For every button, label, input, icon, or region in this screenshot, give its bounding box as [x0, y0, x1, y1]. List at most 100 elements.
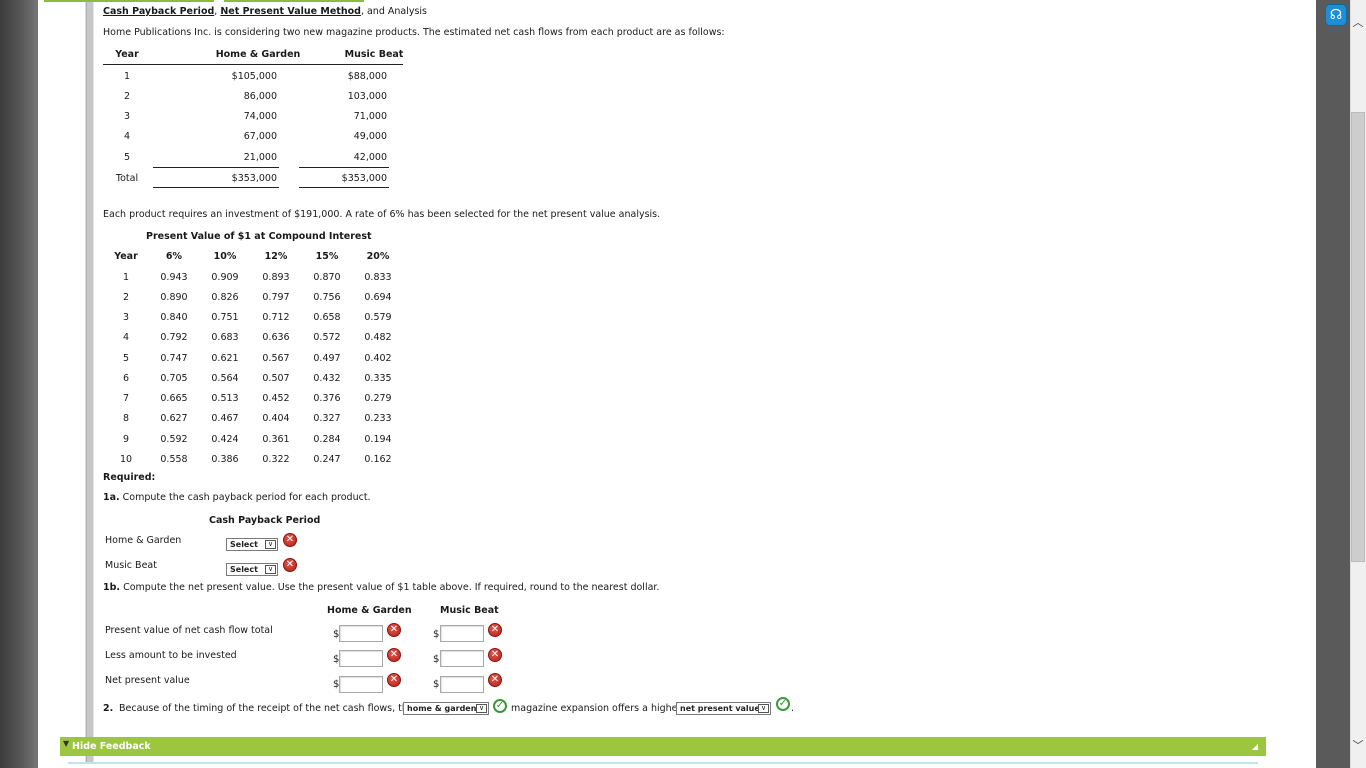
feedback-panel: [68, 762, 1258, 768]
pv-net-cash-flow-home-input[interactable]: [339, 625, 383, 642]
total-rule-home-bottom: [153, 187, 279, 188]
pv-factor-cell: 0.386: [211, 454, 239, 465]
payback-music-select-value: Select: [230, 565, 258, 574]
pv-header-rate: 10%: [213, 251, 237, 262]
pv-year-cell: 2: [122, 292, 130, 303]
window-edge-right: [1316, 0, 1350, 768]
cashflow-home: 86,000: [243, 91, 277, 102]
scrollbar-thumb[interactable]: [1351, 112, 1365, 562]
cashflow-home: 67,000: [243, 131, 277, 142]
pv-factor-cell: 0.467: [211, 413, 239, 424]
pv-header-rate: 6%: [165, 251, 183, 262]
question-2-measure-select[interactable]: net present value ∨: [676, 702, 771, 715]
pv-year-cell: 8: [122, 413, 130, 424]
pv-factor-cell: 0.247: [313, 454, 341, 465]
pv-factor-cell: 0.233: [364, 413, 392, 424]
question-2-text-before: Because of the timing of the receipt of …: [119, 703, 414, 714]
pv-factor-cell: 0.756: [313, 292, 341, 303]
check-circle-icon: ✓: [493, 699, 507, 713]
chevron-down-icon: ∨: [476, 704, 487, 713]
cashflow-music: 42,000: [353, 152, 387, 163]
pv-year-cell: 5: [122, 353, 130, 364]
left-pane-border: [86, 0, 94, 768]
pv-factor-cell: 0.705: [160, 373, 188, 384]
x-circle-icon: ✕: [283, 533, 297, 547]
amount-invested-home-input[interactable]: [339, 650, 383, 667]
pv-factor-cell: 0.797: [262, 292, 290, 303]
x-circle-icon: ✕: [387, 623, 401, 637]
chevron-down-icon[interactable]: ﹀: [1350, 737, 1366, 752]
pv-factor-cell: 0.376: [313, 393, 341, 404]
total-rule-home-top: [153, 167, 279, 168]
pv-factor-cell: 0.572: [313, 332, 341, 343]
check-circle-icon: ✓: [776, 697, 790, 711]
pv-factor-cell: 0.890: [160, 292, 188, 303]
left-pane: [38, 0, 86, 768]
pv-factor-cell: 0.361: [262, 434, 290, 445]
pv-factor-cell: 0.322: [262, 454, 290, 465]
hide-feedback-label: Hide Feedback: [72, 741, 151, 752]
pv-factor-cell: 0.579: [364, 312, 392, 323]
cashflow-year: 1: [123, 71, 131, 82]
x-circle-icon: ✕: [488, 648, 502, 662]
question-1b-number: 1b.: [103, 582, 121, 593]
pv-table-caption: Present Value of $1 at Compound Interest: [146, 231, 372, 242]
cashflow-music: $88,000: [347, 71, 387, 82]
question-1a-text: Compute the cash payback period for each…: [122, 492, 371, 503]
question-1b: 1b. Compute the net present value. Use t…: [103, 582, 659, 593]
investment-text: Each product requires an investment of $…: [103, 209, 661, 220]
npv-row-label: Present value of net cash flow total: [105, 625, 273, 636]
x-circle-icon: ✕: [283, 558, 297, 572]
window-edge-left: [0, 0, 38, 768]
pv-factor-cell: 0.840: [160, 312, 188, 323]
payback-music-select[interactable]: Select ∨: [226, 563, 278, 576]
chevron-down-icon: ∨: [758, 704, 769, 713]
chevron-up-icon[interactable]: ︿: [1350, 14, 1366, 29]
currency-symbol: $: [433, 654, 440, 665]
headset-icon[interactable]: ☊: [1325, 4, 1347, 26]
pv-factor-cell: 0.627: [160, 413, 188, 424]
pv-factor-cell: 0.335: [364, 373, 392, 384]
pv-year-cell: 10: [119, 454, 133, 465]
pv-factor-cell: 0.621: [211, 353, 239, 364]
hide-feedback-button[interactable]: ▼ Hide Feedback ◢: [60, 737, 1266, 756]
pv-factor-cell: 0.327: [313, 413, 341, 424]
cashflow-music: 49,000: [353, 131, 387, 142]
question-1b-text: Compute the net present value. Use the p…: [123, 582, 660, 593]
problem-title: Cash Payback Period, Net Present Value M…: [103, 6, 427, 17]
cashflow-home: 74,000: [243, 111, 277, 122]
payback-home-select[interactable]: Select ∨: [226, 538, 278, 551]
pv-header-rate: 12%: [264, 251, 288, 262]
pv-factor-cell: 0.507: [262, 373, 290, 384]
pv-factor-cell: 0.909: [211, 272, 239, 283]
total-rule-music-top: [299, 167, 389, 168]
total-rule-music-bottom: [299, 187, 389, 188]
question-2-number: 2.: [103, 703, 114, 714]
pv-factor-cell: 0.636: [262, 332, 290, 343]
title-link-cash-payback[interactable]: Cash Payback Period: [103, 6, 214, 17]
pv-year-cell: 6: [122, 373, 130, 384]
net-present-value-home-input[interactable]: [339, 676, 383, 693]
question-2-magazine-select[interactable]: home & garden ∨: [403, 702, 489, 715]
question-2-measure-select-value: net present value: [680, 704, 760, 713]
pv-factor-cell: 0.402: [364, 353, 392, 364]
pv-factor-cell: 0.712: [262, 312, 290, 323]
npv-row-label: Less amount to be invested: [105, 650, 237, 661]
question-1a-number: 1a.: [103, 492, 120, 503]
cashflow-header-home: Home & Garden: [215, 49, 301, 60]
pv-factor-cell: 0.751: [211, 312, 239, 323]
main-content: [94, 0, 1316, 768]
cashflow-total-music: $353,000: [341, 173, 387, 184]
cashflow-header-rule: [103, 64, 403, 65]
pv-factor-cell: 0.432: [313, 373, 341, 384]
title-link-npv[interactable]: Net Present Value Method: [220, 6, 361, 17]
amount-invested-music-input[interactable]: [440, 650, 484, 667]
payback-home-label: Home & Garden: [105, 535, 182, 546]
pv-net-cash-flow-music-input[interactable]: [440, 625, 484, 642]
pv-factor-cell: 0.665: [160, 393, 188, 404]
pv-factor-cell: 0.592: [160, 434, 188, 445]
intro-text: Home Publications Inc. is considering tw…: [103, 27, 725, 38]
npv-row-label: Net present value: [105, 675, 190, 686]
net-present-value-music-input[interactable]: [440, 676, 484, 693]
pv-header-rate: 15%: [315, 251, 339, 262]
